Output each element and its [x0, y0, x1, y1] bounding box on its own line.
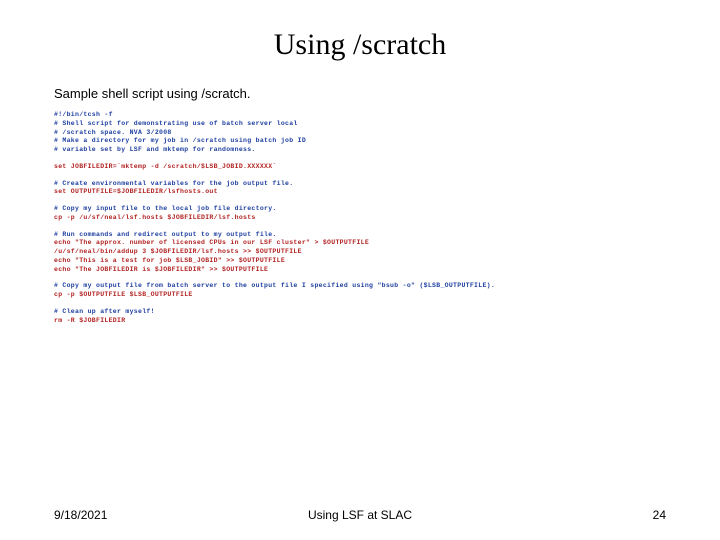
footer-date: 9/18/2021 — [54, 508, 107, 522]
gap — [54, 155, 666, 163]
code-line: # Shell script for demonstrating use of … — [54, 120, 666, 129]
code-line: #!/bin/tcsh -f — [54, 111, 666, 120]
code-line: # /scratch space. NVA 3/2008 — [54, 129, 666, 138]
code-line: # Create environmental variables for the… — [54, 180, 666, 189]
code-line: cp -p $OUTPUTFILE $LSB_OUTPUTFILE — [54, 291, 666, 300]
code-line: set OUTPUTFILE=$JOBFILEDIR/lsfhosts.out — [54, 188, 666, 197]
gap — [54, 300, 666, 308]
code-line: echo "The JOBFILEDIR is $JOBFILEDIR" >> … — [54, 266, 666, 275]
slide-subtitle: Sample shell script using /scratch. — [54, 86, 666, 101]
footer-title: Using LSF at SLAC — [54, 508, 666, 522]
gap — [54, 172, 666, 180]
gap — [54, 197, 666, 205]
code-line: echo "The approx. number of licensed CPU… — [54, 239, 666, 248]
code-line: echo "This is a test for job $LSB_JOBID"… — [54, 257, 666, 266]
code-line: # Clean up after myself! — [54, 308, 666, 317]
code-line: # Copy my output file from batch server … — [54, 282, 666, 291]
slide-title: Using /scratch — [54, 28, 666, 62]
gap — [54, 274, 666, 282]
code-line: rm -R $JOBFILEDIR — [54, 317, 666, 326]
code-block: #!/bin/tcsh -f # Shell script for demons… — [54, 111, 666, 326]
code-line: # variable set by LSF and mktemp for ran… — [54, 146, 666, 155]
footer: 9/18/2021 Using LSF at SLAC 24 — [54, 508, 666, 522]
code-line: # Copy my input file to the local job fi… — [54, 205, 666, 214]
code-line: # Run commands and redirect output to my… — [54, 231, 666, 240]
gap — [54, 223, 666, 231]
slide: Using /scratch Sample shell script using… — [0, 0, 720, 540]
code-line: set JOBFILEDIR=`mktemp -d /scratch/$LSB_… — [54, 163, 666, 172]
code-line: cp -p /u/sf/neal/lsf.hosts $JOBFILEDIR/l… — [54, 214, 666, 223]
footer-page: 24 — [653, 508, 666, 522]
code-line: /u/sf/neal/bin/addup 3 $JOBFILEDIR/lsf.h… — [54, 248, 666, 257]
code-line: # Make a directory for my job in /scratc… — [54, 137, 666, 146]
